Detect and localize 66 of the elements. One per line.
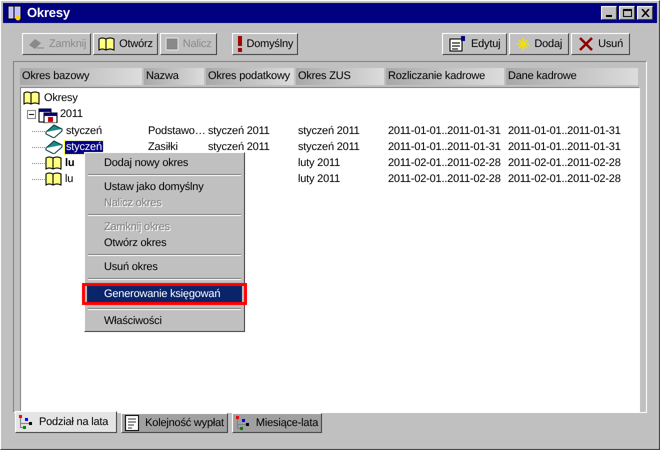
- exclamation-icon: [236, 36, 242, 52]
- menu-item[interactable]: Otwórz okres: [87, 235, 242, 251]
- tree-item[interactable]: styczeń: [65, 124, 103, 138]
- table-cell: Zasiłki: [148, 140, 178, 152]
- menu-item[interactable]: Generowanie księgowań: [87, 286, 242, 302]
- toolbar-button[interactable]: Otwórz: [93, 33, 158, 55]
- tree-item[interactable]: styczeń: [65, 140, 103, 154]
- maximize-icon: [622, 9, 632, 17]
- table-cell: Podstawo…: [148, 124, 206, 136]
- table-cell: styczeń 2011: [208, 124, 270, 136]
- table-cell: 2011-02-01..2011-02-28: [388, 172, 501, 184]
- square-icon: [164, 37, 179, 51]
- tree-item[interactable]: 2011: [60, 106, 83, 123]
- table-cell: styczeń 2011: [298, 124, 360, 136]
- open-book-icon: [23, 91, 40, 105]
- close-button[interactable]: [637, 6, 653, 20]
- hierarchy-icon: [236, 416, 250, 430]
- tree-item[interactable]: Okresy: [44, 90, 78, 106]
- minimize-button[interactable]: [601, 6, 617, 20]
- column-header[interactable]: Okres ZUS: [296, 68, 384, 85]
- tab[interactable]: Podział na lata: [15, 411, 118, 433]
- table-cell: styczeń 2011: [298, 140, 360, 152]
- toolbar-button[interactable]: Edytuj: [442, 33, 508, 55]
- tree-item[interactable]: lu: [64, 156, 76, 170]
- window-icon: [7, 5, 23, 21]
- table-cell: 2011-02-01..2011-02-28: [388, 156, 501, 168]
- menu-item[interactable]: Właściwości: [87, 313, 242, 329]
- collapse-toggle[interactable]: [27, 110, 36, 119]
- close-icon: [640, 9, 650, 17]
- open-book-icon: [45, 156, 62, 170]
- menu-item[interactable]: Usuń okres: [87, 259, 242, 275]
- column-header[interactable]: Rozliczanie kadrowe: [386, 68, 504, 85]
- table-cell: styczeń 2011: [208, 140, 270, 152]
- toolbar-button[interactable]: Dodaj: [509, 33, 570, 55]
- table-cell: 2011-01-01..2011-01-31: [508, 140, 621, 152]
- calendar-icon: [38, 106, 58, 122]
- cross-icon: [578, 36, 594, 52]
- closed-book-icon: [45, 140, 63, 154]
- eraser-icon: [27, 37, 45, 51]
- hierarchy-icon: [19, 415, 33, 429]
- window-title: Okresy: [27, 4, 70, 22]
- table-cell: 2011-01-01..2011-01-31: [388, 124, 501, 136]
- column-header[interactable]: Nazwa: [144, 68, 204, 85]
- table-cell: 2011-02-01..2011-02-28: [508, 172, 621, 184]
- open-book-icon: [98, 37, 116, 51]
- clipboard-icon: [448, 36, 467, 52]
- table-cell: 2011-01-01..2011-01-31: [508, 124, 621, 136]
- sparkle-icon: [516, 37, 530, 51]
- menu-item[interactable]: Dodaj nowy okres: [87, 155, 242, 171]
- table-cell: 2011-02-01..2011-02-28: [508, 156, 621, 168]
- tree-item[interactable]: lu: [64, 172, 74, 186]
- column-header[interactable]: Okres bazowy: [20, 68, 142, 85]
- document-icon: [125, 415, 140, 431]
- maximize-button[interactable]: [619, 6, 635, 20]
- toolbar-button[interactable]: Usuń: [571, 33, 630, 55]
- table-cell: luty 2011: [298, 156, 340, 168]
- table-cell: luty 2011: [298, 172, 340, 184]
- closed-book-icon: [45, 124, 63, 138]
- tab[interactable]: Miesiące-lata: [232, 413, 322, 433]
- open-book-icon: [45, 172, 62, 186]
- column-header[interactable]: Okres podatkowy: [206, 68, 294, 85]
- toolbar-button[interactable]: Domyślny: [232, 33, 298, 55]
- column-header[interactable]: Dane kadrowe: [506, 68, 638, 85]
- tab[interactable]: Kolejność wypłat: [121, 413, 228, 433]
- menu-item[interactable]: Ustaw jako domyślny: [87, 179, 242, 195]
- table-cell: 2011-01-01..2011-01-31: [388, 140, 501, 152]
